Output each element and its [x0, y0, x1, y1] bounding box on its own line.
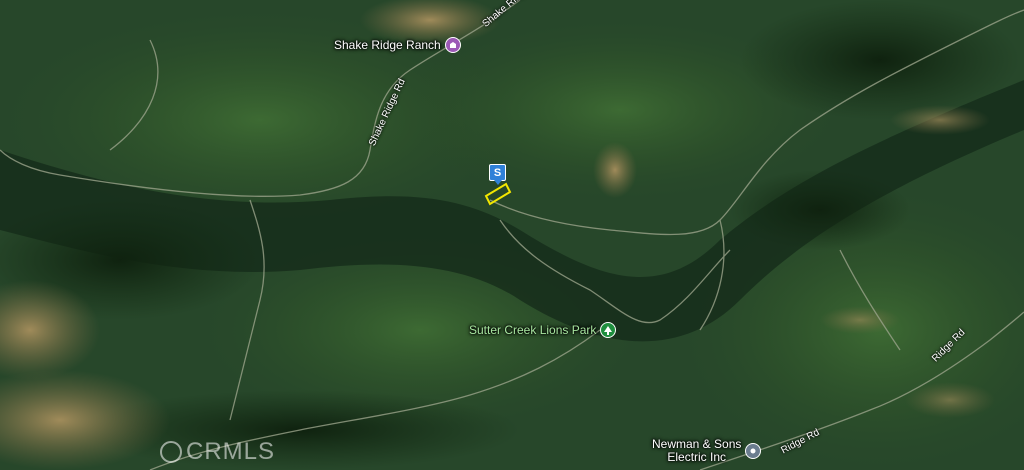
poi-newman-sons-electric[interactable]: Newman & Sons Electric Inc: [652, 437, 762, 464]
watermark-logo-icon: [160, 441, 182, 463]
poi-sutter-creek-lions-park-label: Sutter Creek Lions Park: [469, 323, 597, 337]
listing-marker-pointer: [494, 180, 502, 185]
tree-icon: [600, 322, 617, 338]
watermark: CRMLS: [160, 438, 275, 466]
map-view[interactable]: Shake Ridge Ranch Sutter Creek Lions Par…: [0, 0, 1024, 470]
business-icon: [745, 443, 762, 459]
poi-shake-ridge-ranch[interactable]: Shake Ridge Ranch: [334, 37, 461, 53]
watermark-text: CRMLS: [186, 438, 276, 465]
poi-shake-ridge-ranch-label: Shake Ridge Ranch: [334, 38, 441, 52]
building-icon: [444, 37, 461, 53]
satellite-imagery: [0, 0, 1024, 470]
listing-marker[interactable]: S: [489, 164, 506, 181]
poi-sutter-creek-lions-park[interactable]: Sutter Creek Lions Park: [469, 322, 617, 338]
poi-newman-sons-electric-label: Newman & Sons Electric Inc: [652, 437, 742, 464]
